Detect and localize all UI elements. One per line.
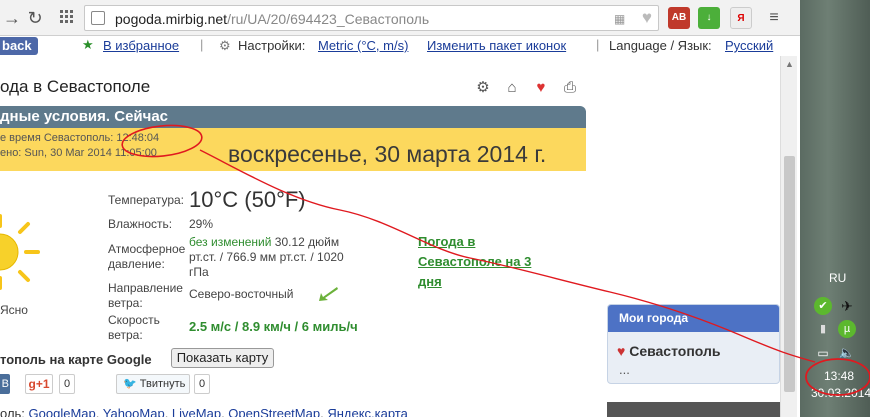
annotation-circle-tray-clock [805,358,870,396]
screenshot-root: → ↻ pogoda.mirbig.net/ru/UA/20/694423_Се… [0,0,870,417]
annotation-circle-site-time [121,124,203,158]
red-annotation-overlay [121,124,870,396]
annotation-connector-line [199,149,816,363]
